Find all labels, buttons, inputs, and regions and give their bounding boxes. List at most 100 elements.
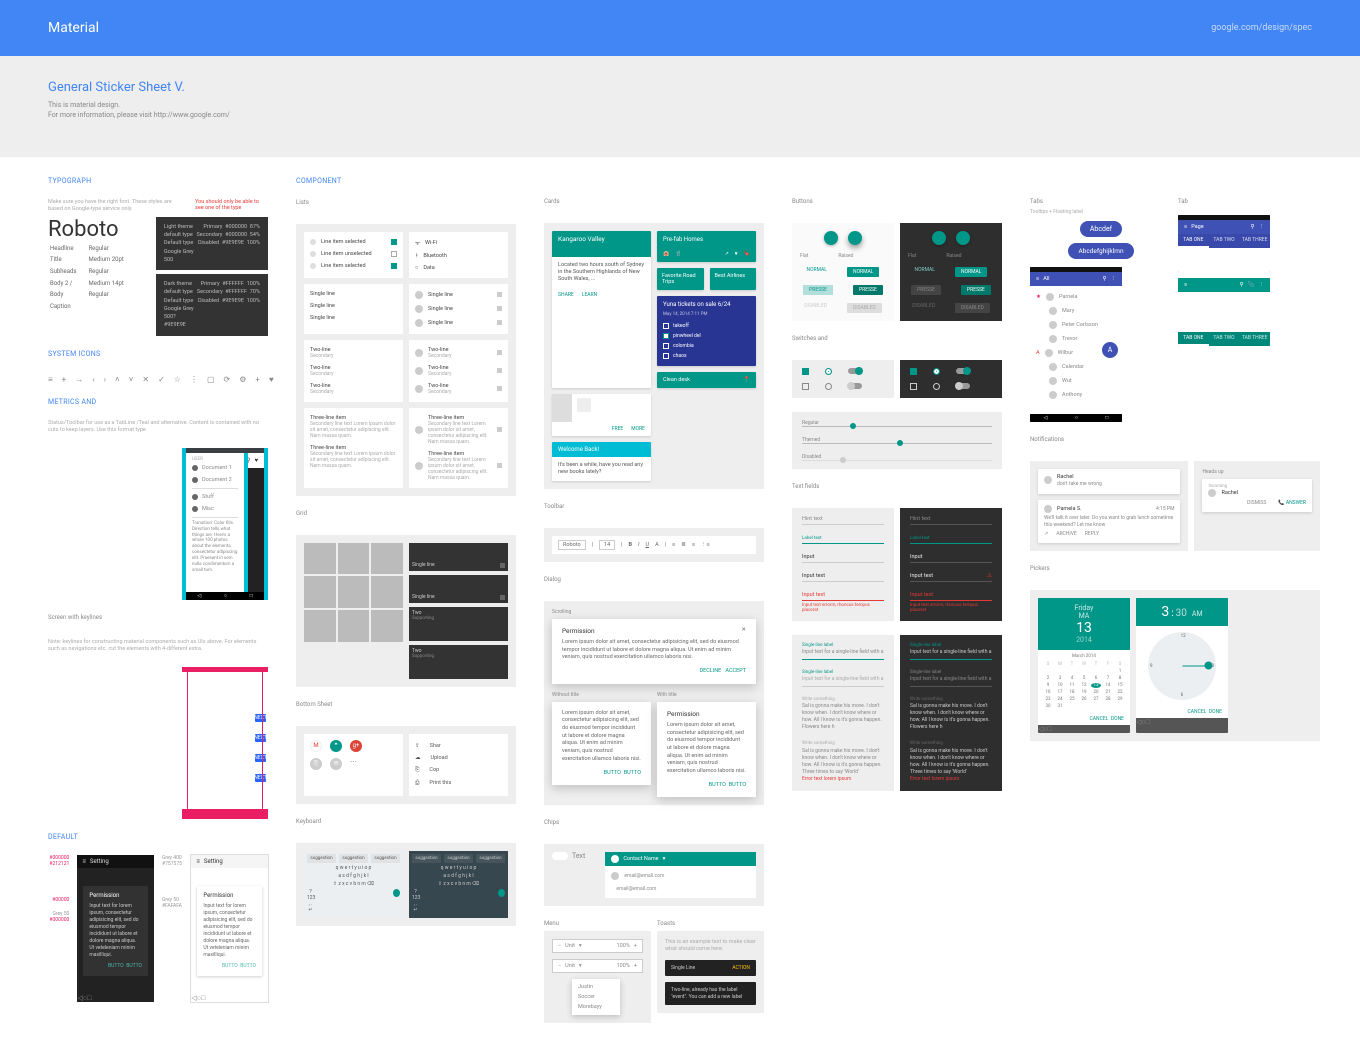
mic-icon — [393, 889, 400, 897]
type-note-red: You should only be able to see one of th… — [195, 199, 268, 213]
topbar-title: Material — [48, 20, 99, 36]
italic-button[interactable]: I — [638, 542, 639, 548]
more-icon[interactable]: ⋮ — [1111, 276, 1117, 282]
switches-label: Switches and — [792, 335, 1002, 342]
underline-button[interactable]: U — [645, 542, 649, 548]
search-icon[interactable]: ⚲ — [1240, 282, 1244, 288]
menu-icon[interactable]: ≡ — [196, 858, 200, 865]
scroll-indicator: A — [1102, 342, 1118, 358]
stepper-2[interactable]: −Unit▾100%+ — [552, 959, 643, 973]
system-icons-row: ≡ + → ‹ › ˄ ˅ ✕ ✓ ☆ ⋮ ▢ ⟳ ⚙ + ♥ — [48, 376, 268, 384]
share-icon[interactable]: ↗ — [1044, 531, 1048, 538]
phone-tabs-teal: ≡⚲📎⋮ TAB ONETAB TWOTAB THREE — [1178, 278, 1270, 346]
add-icon: + — [62, 376, 67, 384]
card-cleandesk[interactable]: Clean desk📍 — [657, 372, 756, 388]
bottom-sheet-list: ⇪Shar ☁Upload ⎘Cop ⎙Print this — [409, 734, 508, 796]
more-icon[interactable]: ⋮ — [1259, 224, 1265, 230]
align-left-icon[interactable]: ≡ — [672, 542, 675, 548]
menu-icon[interactable]: ≡ — [1036, 276, 1039, 282]
card-welcome[interactable]: Welcome Back! It's been a while, have yo… — [552, 442, 651, 481]
switches-light — [792, 360, 894, 398]
refresh-icon: ⟳ — [224, 376, 231, 384]
chip-contact[interactable]: Contact Name ▾ — [605, 852, 756, 866]
grid-label: Grid — [296, 510, 516, 517]
menu-icon[interactable]: ≡ — [82, 858, 86, 865]
plus-icon[interactable]: g+ — [350, 740, 362, 752]
card-yuna[interactable]: Yuna tickets on sale 6/24 May 14, 2014 7… — [657, 296, 756, 366]
font-select[interactable]: Roboto — [558, 540, 586, 550]
checkbox-on-icon[interactable] — [391, 239, 397, 245]
notification-1[interactable]: Racheldon't take me wrong — [1038, 469, 1180, 495]
align-right-icon[interactable]: ≡ — [692, 542, 695, 548]
size-select[interactable]: 14 — [599, 540, 615, 550]
stepper-1[interactable]: −Unit▾100%+ — [552, 939, 643, 953]
checkbox-off-icon[interactable] — [391, 251, 397, 257]
archive-button[interactable]: ARCHIVE — [1056, 531, 1077, 538]
close-icon: ✕ — [142, 376, 149, 384]
hotel-icon: 🏨 — [663, 251, 669, 257]
bookmark-icon[interactable]: 🔖 — [744, 251, 750, 257]
dialog-scrolling: Permission✕ Lorem ipsum dolor sit amet, … — [552, 619, 756, 684]
search-icon[interactable]: ⚲ — [1250, 224, 1254, 230]
list-icon[interactable]: ⋮≡ — [701, 542, 710, 548]
reply-button[interactable]: REPLY — [1085, 531, 1099, 538]
message-icon[interactable]: ✉ — [330, 758, 342, 770]
fab-button[interactable] — [848, 231, 862, 245]
date-picker[interactable]: Friday MA 13 2014 March 2014 SMTWTFS1234… — [1038, 598, 1130, 733]
chevron-up-icon: ˄ — [115, 376, 120, 384]
search-icon[interactable]: ⚲ — [1102, 276, 1106, 282]
copy-icon[interactable]: ⎘ — [310, 758, 322, 770]
heads-up-notification[interactable]: Incoming Rachel DISMISS📞 ANSWER — [1202, 479, 1312, 512]
notifications-label: Notifications — [1030, 436, 1320, 443]
heart-icon[interactable]: ♥ — [254, 457, 258, 464]
dismiss-button[interactable]: DISMISS — [1247, 500, 1266, 507]
menu-icon[interactable]: ≡ — [1184, 224, 1187, 230]
card-roadtrips[interactable]: Favorite Road Trips — [657, 268, 704, 290]
heart-icon: ♥ — [269, 376, 274, 384]
bold-button[interactable]: B — [629, 542, 633, 548]
keyboard-dark[interactable]: suggestionsuggestionsuggestion q w e r t… — [409, 851, 508, 918]
type-scale-table: HeadlineRegular TitleMedium 20pt Subhead… — [48, 242, 136, 314]
share-icon[interactable]: ↗ — [725, 251, 729, 257]
align-center-icon[interactable]: ≣ — [681, 542, 686, 548]
check-icon: ✓ — [158, 376, 165, 384]
topbar-link[interactable]: google.com/design/spec — [1211, 23, 1312, 33]
fab-button[interactable] — [932, 231, 946, 245]
heart-icon[interactable]: ♥ — [735, 251, 738, 257]
more-icon[interactable]: ⋯ — [350, 758, 357, 770]
accept-button[interactable]: ACCEPT — [725, 668, 746, 674]
checkbox-on-icon[interactable] — [391, 263, 397, 269]
answer-button[interactable]: 📞 ANSWER — [1278, 500, 1306, 507]
close-icon[interactable]: ✕ — [741, 627, 746, 639]
chip-short[interactable]: Abcdef — [1080, 221, 1122, 237]
attach-icon[interactable]: 📎 — [1248, 282, 1255, 288]
more-icon[interactable]: ⋮ — [1259, 282, 1265, 288]
card-kangaroo[interactable]: Kangaroo Valley Located two hours south … — [552, 231, 651, 388]
wifi-icon: ᯤ — [415, 239, 420, 247]
more-icon: ⋮ — [190, 376, 198, 384]
card-prefab[interactable]: Pre-fab Homes 🏨🍴↗♥🔖 — [657, 231, 756, 262]
chip-long[interactable]: Abcdefghijklmn — [1068, 243, 1133, 259]
hangouts-icon[interactable]: ❝ — [330, 740, 342, 752]
dropdown[interactable]: Justin Soccer Morebayy — [572, 979, 620, 1015]
fab-button[interactable] — [956, 231, 970, 245]
nav-drawer[interactable]: USER Document 1 Document 2 Stuff Misc Tr… — [186, 453, 248, 600]
list-settings: ᯤWi-Fi ᚼBluetooth ○Data — [409, 232, 508, 278]
card-airlines[interactable]: Best Airlines — [710, 268, 757, 290]
keyboard-light[interactable]: suggestionsuggestionsuggestion q w e r t… — [304, 851, 403, 918]
bluetooth-icon: ᚼ — [415, 253, 418, 259]
notification-2[interactable]: Pamela S.4:15 PM We'll talk it over late… — [1038, 500, 1180, 543]
fab-button[interactable] — [824, 231, 838, 245]
decline-button[interactable]: DECLINE — [699, 668, 721, 674]
menu-icon[interactable]: ≡ — [1184, 282, 1187, 288]
multiline-light: Single-line labelInput text for a single… — [792, 635, 894, 791]
time-picker[interactable]: 3:30 AM 12 3 6 9 CANCEL DONE ◁○□ — [1136, 598, 1228, 733]
pickers-label: Pickers — [1030, 565, 1320, 572]
card-free[interactable]: FREEMORE — [552, 394, 651, 436]
color-button[interactable]: A — [655, 542, 659, 548]
textfields-light: Hint text Label text Input Input text In… — [792, 508, 894, 621]
fork-icon: 🍴 — [675, 251, 681, 257]
mail-icon[interactable]: M — [310, 740, 322, 752]
dialog-no-title: Lorem ipsum dolor sit amet, consectetur … — [552, 702, 651, 786]
light-theme-card: ≡Setting Permission Input text for lorem… — [191, 855, 268, 1001]
